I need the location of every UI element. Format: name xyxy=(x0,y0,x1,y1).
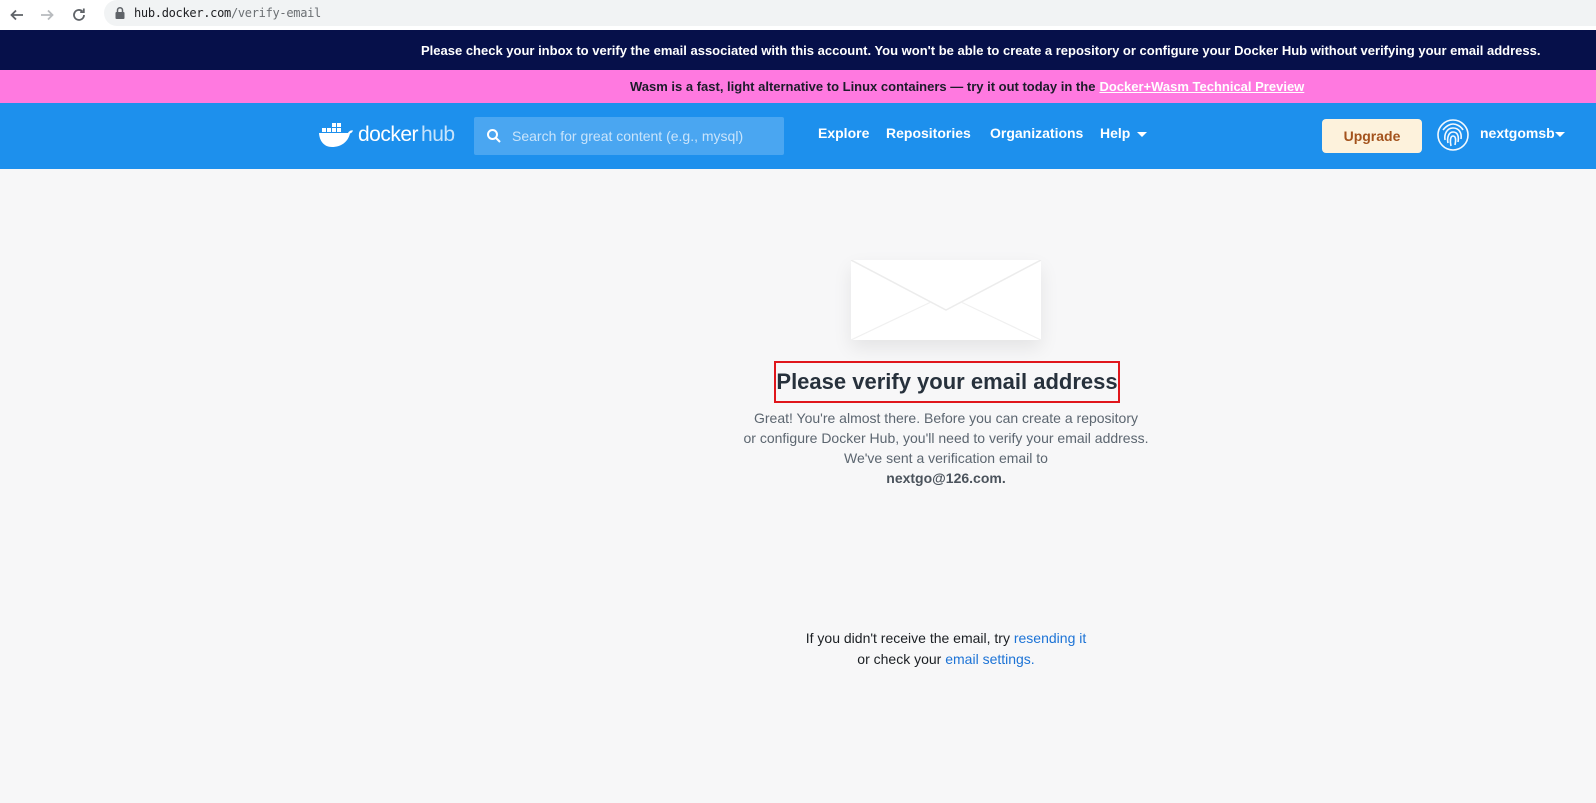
title-highlight: Please verify your email address xyxy=(774,361,1120,403)
nav-help-label: Help xyxy=(1100,125,1131,141)
url-path: /verify-email xyxy=(230,6,321,20)
logo-hub-text: hub xyxy=(421,123,455,146)
lock-icon xyxy=(114,6,126,20)
address-bar[interactable]: hub.docker.com/verify-email xyxy=(104,0,1596,26)
envelope-icon xyxy=(851,260,1041,340)
upgrade-button[interactable]: Upgrade xyxy=(1322,119,1422,153)
arrow-right-icon xyxy=(41,9,54,21)
resend-link[interactable]: resending it xyxy=(1014,630,1086,646)
top-navbar: docker hub Explore Repositories Organiza… xyxy=(0,103,1596,169)
forward-button[interactable] xyxy=(36,4,58,26)
page-title: Please verify your email address xyxy=(776,369,1118,394)
fingerprint-icon xyxy=(1437,119,1469,151)
nav-help[interactable]: Help xyxy=(1100,125,1148,141)
docker-hub-logo[interactable]: docker hub xyxy=(318,120,455,150)
logo-docker-text: docker xyxy=(358,123,419,146)
envelope-illustration xyxy=(851,260,1041,340)
back-button[interactable] xyxy=(6,4,28,26)
arrow-left-icon xyxy=(10,9,23,21)
email-settings-link[interactable]: email settings. xyxy=(945,651,1034,667)
wasm-banner: Wasm is a fast, light alternative to Lin… xyxy=(0,70,1596,103)
nav-repositories[interactable]: Repositories xyxy=(886,125,971,141)
verification-description: Great! You're almost there. Before you c… xyxy=(690,408,1202,488)
docker-whale-icon xyxy=(319,123,353,147)
settings-prefix: or check your xyxy=(857,651,942,667)
settings-line: or check your email settings. xyxy=(690,649,1202,670)
desc-line-1: Great! You're almost there. Before you c… xyxy=(754,410,1138,426)
verify-banner-text: Please check your inbox to verify the em… xyxy=(421,42,1541,58)
desc-line-3: We've sent a verification email to xyxy=(844,450,1048,466)
reload-icon xyxy=(73,8,85,21)
avatar[interactable] xyxy=(1436,118,1470,152)
wasm-banner-text: Wasm is a fast, light alternative to Lin… xyxy=(630,79,1096,94)
username[interactable]: nextgomsb xyxy=(1480,125,1555,141)
desc-line-2: or configure Docker Hub, you'll need to … xyxy=(743,430,1149,446)
nav-organizations[interactable]: Organizations xyxy=(990,125,1083,141)
verify-email-banner: Please check your inbox to verify the em… xyxy=(0,30,1596,70)
chevron-down-icon xyxy=(1137,131,1148,137)
resend-section: If you didn't receive the email, try res… xyxy=(690,628,1202,670)
nav-explore[interactable]: Explore xyxy=(818,125,869,141)
browser-toolbar: hub.docker.com/verify-email xyxy=(0,0,1596,30)
url-text: hub.docker.com/verify-email xyxy=(134,6,321,20)
email-address: nextgo@126.com. xyxy=(886,470,1006,486)
resend-line: If you didn't receive the email, try res… xyxy=(690,628,1202,649)
reload-button[interactable] xyxy=(68,4,90,26)
search-box xyxy=(474,117,784,155)
wasm-preview-link[interactable]: Docker+Wasm Technical Preview xyxy=(1099,79,1304,94)
url-host: hub.docker.com xyxy=(134,6,231,20)
search-icon xyxy=(486,128,502,144)
search-input[interactable] xyxy=(512,128,772,144)
resend-prefix: If you didn't receive the email, try xyxy=(805,630,1010,646)
user-menu-caret-icon[interactable] xyxy=(1555,132,1565,137)
